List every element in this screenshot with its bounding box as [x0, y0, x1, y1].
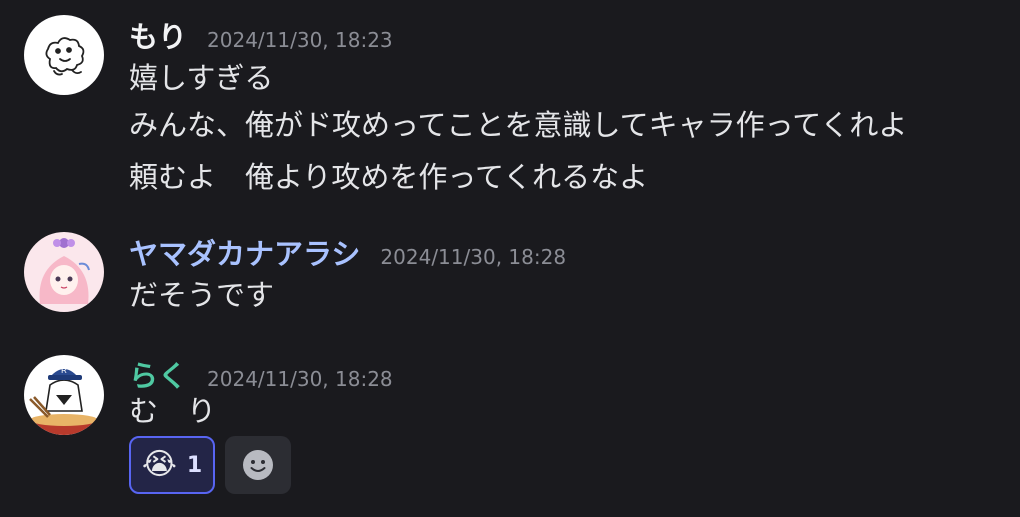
doodle-avatar-icon [45, 37, 85, 76]
message-text: だそうです [129, 278, 275, 312]
avatar-yamada[interactable] [24, 232, 104, 312]
timestamp: 2024/11/30, 18:28 [380, 245, 567, 269]
add-reaction-button[interactable] [225, 436, 291, 494]
cap-character-avatar-icon: R [28, 366, 100, 435]
message-text: 頼むよ 俺より攻めを作ってくれるなよ [129, 160, 649, 194]
message-text: む り [129, 394, 217, 428]
avatar-raku[interactable]: R [24, 355, 104, 435]
loudly-crying-face-icon: 😭 [141, 447, 177, 482]
username[interactable]: もり [129, 14, 187, 56]
message-text: 嬉しすぎる [129, 61, 274, 95]
avatar-mori[interactable] [24, 15, 104, 95]
anime-girl-avatar-icon [39, 238, 90, 304]
timestamp: 2024/11/30, 18:23 [207, 28, 393, 52]
message-header: ヤマダカナアラシ 2024/11/30, 18:28 [129, 231, 566, 273]
message-header: もり 2024/11/30, 18:23 [129, 14, 393, 56]
message-text: みんな、俺がド攻めってことを意識してキャラ作ってくれよ [129, 108, 908, 142]
chat-message-list: もり 2024/11/30, 18:23 嬉しすぎる みんな、俺がド攻めってこと… [0, 0, 1020, 517]
smiley-face-icon [243, 450, 273, 480]
username[interactable]: ヤマダカナアラシ [129, 231, 360, 273]
reaction-sob[interactable]: 😭 1 [129, 436, 215, 494]
reaction-count: 1 [186, 452, 203, 478]
timestamp: 2024/11/30, 18:28 [207, 367, 393, 391]
svg-text:R: R [61, 366, 67, 375]
